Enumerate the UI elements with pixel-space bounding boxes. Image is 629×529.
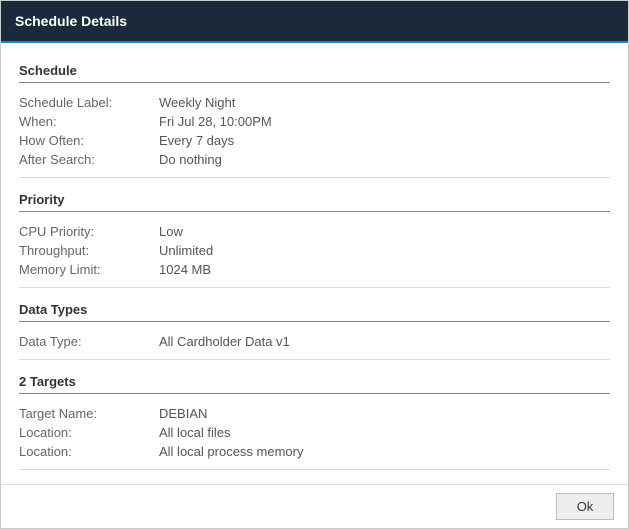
row-data-type: Data Type: All Cardholder Data v1: [19, 332, 610, 351]
dialog-content-scroll[interactable]: Schedule Schedule Label: Weekly Night Wh…: [1, 43, 628, 484]
label: Data Type:: [19, 334, 159, 349]
section-title-priority: Priority: [19, 192, 610, 212]
label: Throughput:: [19, 243, 159, 258]
value: Weekly Night: [159, 95, 610, 110]
value: Every 7 days: [159, 133, 610, 148]
value: DEBIAN: [159, 406, 610, 421]
dialog-footer: Ok: [1, 484, 628, 528]
label: When:: [19, 114, 159, 129]
label: After Search:: [19, 152, 159, 167]
label: How Often:: [19, 133, 159, 148]
row-when: When: Fri Jul 28, 10:00PM: [19, 112, 610, 131]
label: Schedule Label:: [19, 95, 159, 110]
value: Unlimited: [159, 243, 610, 258]
value: All Cardholder Data v1: [159, 334, 610, 349]
row-target-name: Target Name: DEBIAN: [19, 404, 610, 423]
value: All local files: [159, 425, 610, 440]
section-schedule: Schedule Label: Weekly Night When: Fri J…: [19, 85, 610, 178]
value: Fri Jul 28, 10:00PM: [159, 114, 610, 129]
row-throughput: Throughput: Unlimited: [19, 241, 610, 260]
label: Target Name:: [19, 406, 159, 421]
dialog-titlebar: Schedule Details: [1, 1, 628, 43]
label: CPU Priority:: [19, 224, 159, 239]
value: 1024 MB: [159, 262, 610, 277]
row-how-often: How Often: Every 7 days: [19, 131, 610, 150]
ok-button[interactable]: Ok: [556, 493, 614, 520]
row-target-location-1: Location: All local files: [19, 423, 610, 442]
value: Low: [159, 224, 610, 239]
row-cpu-priority: CPU Priority: Low: [19, 222, 610, 241]
value: All local process memory: [159, 444, 610, 459]
label: Memory Limit:: [19, 262, 159, 277]
row-target-location-2: Location: All local process memory: [19, 442, 610, 461]
value: Do nothing: [159, 152, 610, 167]
section-title-targets: 2 Targets: [19, 374, 610, 394]
label: Location:: [19, 444, 159, 459]
section-targets: Target Name: DEBIAN Location: All local …: [19, 396, 610, 470]
section-title-schedule: Schedule: [19, 63, 610, 83]
section-priority: CPU Priority: Low Throughput: Unlimited …: [19, 214, 610, 288]
section-datatypes: Data Type: All Cardholder Data v1: [19, 324, 610, 360]
dialog-title: Schedule Details: [15, 13, 127, 29]
label: Location:: [19, 425, 159, 440]
schedule-details-dialog: Schedule Details Schedule Schedule Label…: [0, 0, 629, 529]
row-after-search: After Search: Do nothing: [19, 150, 610, 169]
row-schedule-label: Schedule Label: Weekly Night: [19, 93, 610, 112]
row-memory-limit: Memory Limit: 1024 MB: [19, 260, 610, 279]
section-title-datatypes: Data Types: [19, 302, 610, 322]
